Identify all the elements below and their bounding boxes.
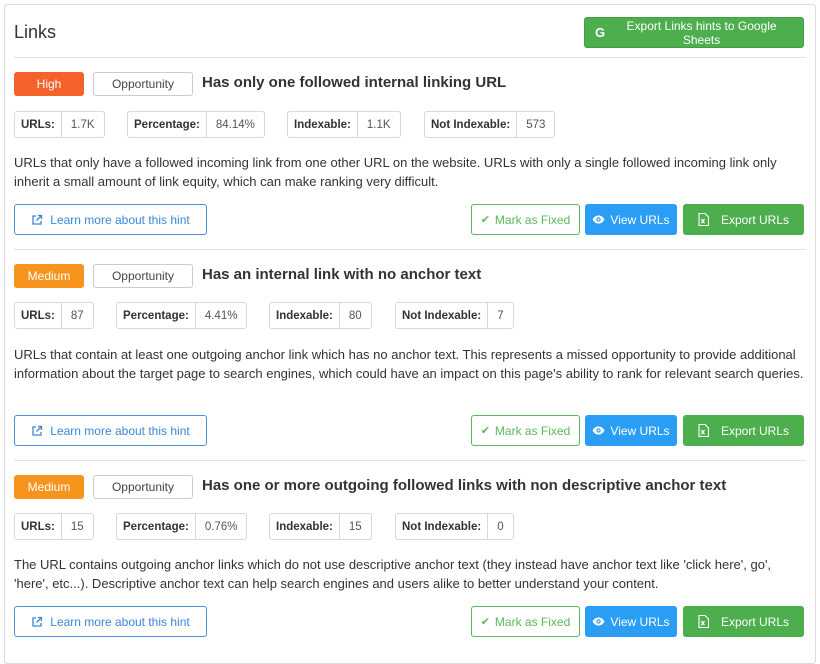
stat-label: Not Indexable: [396, 303, 489, 328]
stat-value: 0.76% [204, 520, 238, 533]
stat-label: URLs: [15, 514, 62, 539]
learn-more-button[interactable]: Learn more about this hint [14, 606, 207, 637]
mark-fixed-label: Mark as Fixed [494, 423, 571, 438]
mark-fixed-label: Mark as Fixed [494, 212, 571, 227]
check-icon: ✔ [480, 425, 490, 437]
eye-icon [592, 617, 605, 626]
excel-file-icon [698, 213, 709, 226]
export-urls-label: Export URLs [720, 212, 790, 227]
type-pill: Opportunity [93, 72, 193, 96]
type-pill: Opportunity [93, 264, 193, 288]
hint-description: The URL contains outgoing anchor links w… [14, 557, 772, 591]
hint-title: Has an internal link with no anchor text [202, 266, 482, 283]
export-urls-label: Export URLs [720, 614, 790, 629]
stat-value: 15 [70, 520, 84, 533]
panel-title: Links [14, 22, 57, 42]
stat-not-indexable: Not Indexable: 0 [395, 513, 514, 540]
stat-label: Percentage: [117, 514, 196, 539]
stat-value: 1.1K [366, 118, 391, 131]
stat-indexable: Indexable: 1.1K [287, 111, 401, 138]
stat-indexable: Indexable: 80 [269, 302, 372, 329]
stat-label: Indexable: [270, 514, 340, 539]
stat-value: 573 [526, 118, 546, 131]
learn-more-button[interactable]: Learn more about this hint [14, 204, 207, 235]
stat-label: Percentage: [117, 303, 196, 328]
view-urls-label: View URLs [610, 212, 670, 227]
hint-title: Has one or more outgoing followed links … [202, 477, 727, 494]
hint-divider [14, 460, 806, 461]
hint-description: URLs that contain at least one outgoing … [14, 347, 804, 381]
check-icon: ✔ [480, 616, 490, 628]
stat-value: 80 [348, 309, 362, 322]
stat-value: 4.41% [204, 309, 238, 322]
external-link-icon [32, 214, 43, 225]
stat-value: 84.14% [215, 118, 255, 131]
stat-value: 15 [348, 520, 362, 533]
mark-as-fixed-button[interactable]: ✔ Mark as Fixed [471, 606, 580, 637]
stat-urls: URLs: 87 [14, 302, 94, 329]
view-urls-button[interactable]: View URLs [585, 606, 677, 637]
type-pill: Opportunity [93, 475, 193, 499]
export-urls-button[interactable]: Export URLs [683, 204, 804, 235]
eye-icon [592, 215, 605, 224]
view-urls-label: View URLs [610, 423, 670, 438]
stat-label: Not Indexable: [396, 514, 489, 539]
excel-file-icon [698, 424, 709, 437]
priority-badge: High [14, 72, 84, 96]
export-to-google-sheets-button[interactable]: G Export Links hints to Google Sheets [584, 17, 804, 48]
learn-more-label: Learn more about this hint [50, 614, 190, 629]
priority-badge: Medium [14, 475, 84, 499]
links-panel: Links G Export Links hints to Google She… [4, 4, 816, 664]
stat-value: 1.7K [70, 118, 95, 131]
external-link-icon [32, 616, 43, 627]
stat-percentage: Percentage: 84.14% [127, 111, 265, 138]
stat-percentage: Percentage: 0.76% [116, 513, 248, 540]
mark-as-fixed-button[interactable]: ✔ Mark as Fixed [471, 415, 580, 446]
learn-more-label: Learn more about this hint [50, 423, 190, 438]
hint-divider [14, 249, 806, 250]
hint-description: URLs that only have a followed incoming … [14, 155, 777, 189]
stat-label: URLs: [15, 112, 62, 137]
excel-file-icon [698, 615, 709, 628]
learn-more-button[interactable]: Learn more about this hint [14, 415, 207, 446]
stat-urls: URLs: 1.7K [14, 111, 105, 138]
hint-title: Has only one followed internal linking U… [202, 74, 507, 91]
stat-value: 0 [497, 520, 504, 533]
stat-value: 7 [497, 309, 504, 322]
stat-label: Indexable: [270, 303, 340, 328]
export-urls-label: Export URLs [720, 423, 790, 438]
stat-label: Not Indexable: [425, 112, 518, 137]
view-urls-label: View URLs [610, 614, 670, 629]
mark-fixed-label: Mark as Fixed [494, 614, 571, 629]
mark-as-fixed-button[interactable]: ✔ Mark as Fixed [471, 204, 580, 235]
priority-badge: Medium [14, 264, 84, 288]
view-urls-button[interactable]: View URLs [585, 415, 677, 446]
stat-value: 87 [70, 309, 84, 322]
stat-label: Indexable: [288, 112, 358, 137]
export-urls-button[interactable]: Export URLs [683, 606, 804, 637]
export-sheets-label: Export Links hints to Google Sheets [626, 18, 777, 47]
stat-percentage: Percentage: 4.41% [116, 302, 248, 329]
export-urls-button[interactable]: Export URLs [683, 415, 804, 446]
check-icon: ✔ [480, 214, 490, 226]
stat-not-indexable: Not Indexable: 573 [424, 111, 556, 138]
stat-not-indexable: Not Indexable: 7 [395, 302, 514, 329]
view-urls-button[interactable]: View URLs [585, 204, 677, 235]
external-link-icon [32, 425, 43, 436]
google-g-icon: G [595, 25, 606, 40]
stat-indexable: Indexable: 15 [269, 513, 372, 540]
stat-label: Percentage: [128, 112, 207, 137]
learn-more-label: Learn more about this hint [50, 212, 190, 227]
eye-icon [592, 426, 605, 435]
stat-urls: URLs: 15 [14, 513, 94, 540]
header-divider [14, 57, 806, 58]
stat-label: URLs: [15, 303, 62, 328]
